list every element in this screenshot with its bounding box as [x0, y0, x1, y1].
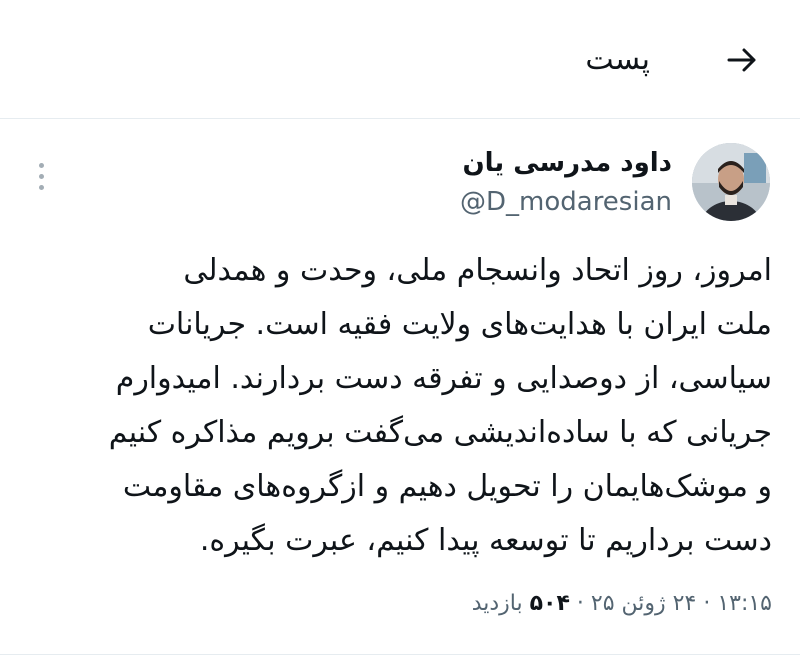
author-handle[interactable]: @D_modaresian — [460, 185, 672, 219]
tweet-text-line: و موشک‌هایمان را تحویل دهیم و ازگروه‌های… — [122, 469, 772, 504]
tweet-meta: ۱۳:۱۵ · ۲۴ ژوئن ۲۵ · ۵۰۴ بازدید — [472, 588, 772, 620]
more-vertical-icon-dot — [38, 184, 44, 190]
meta-separator: · — [703, 591, 711, 616]
page-header: پست — [0, 0, 800, 118]
meta-separator: · — [576, 591, 584, 616]
more-vertical-icon-dot — [38, 173, 44, 179]
views-count: ۵۰۴ — [529, 591, 570, 616]
tweet-text: امروز، روز اتحاد وانسجام ملی، وحدت و همد… — [24, 244, 772, 568]
page-title: پست — [585, 42, 650, 77]
tweet-time[interactable]: ۱۳:۱۵ — [717, 591, 772, 616]
tweet-text-line: جریانی که با ساده‌اندیشی می‌گفت برویم مذ… — [108, 415, 772, 450]
author-name[interactable]: داود مدرسی یان — [462, 145, 672, 181]
views-label: بازدید — [471, 591, 523, 616]
tweet-divider — [0, 654, 800, 655]
more-options-button[interactable] — [26, 156, 56, 196]
tweet-text-line: امروز، روز اتحاد وانسجام ملی، وحدت و همد… — [183, 253, 772, 288]
avatar[interactable] — [692, 143, 770, 221]
header-divider — [0, 118, 800, 119]
tweet-text-line: ملت ایران با هدایت‌های ولایت فقیه است. ج… — [147, 307, 772, 342]
tweet-text-line: دست برداریم تا توسعه پیدا کنیم، عبرت بگی… — [199, 523, 772, 558]
tweet-text-line: سیاسی، از دوصدایی و تفرقه دست بردارند. ا… — [115, 361, 772, 396]
more-vertical-icon — [38, 162, 44, 168]
back-button[interactable] — [722, 40, 762, 80]
arrow-right-icon — [727, 48, 756, 72]
avatar-photo — [692, 143, 770, 221]
tweet-date[interactable]: ۲۴ ژوئن ۲۵ — [591, 591, 696, 616]
